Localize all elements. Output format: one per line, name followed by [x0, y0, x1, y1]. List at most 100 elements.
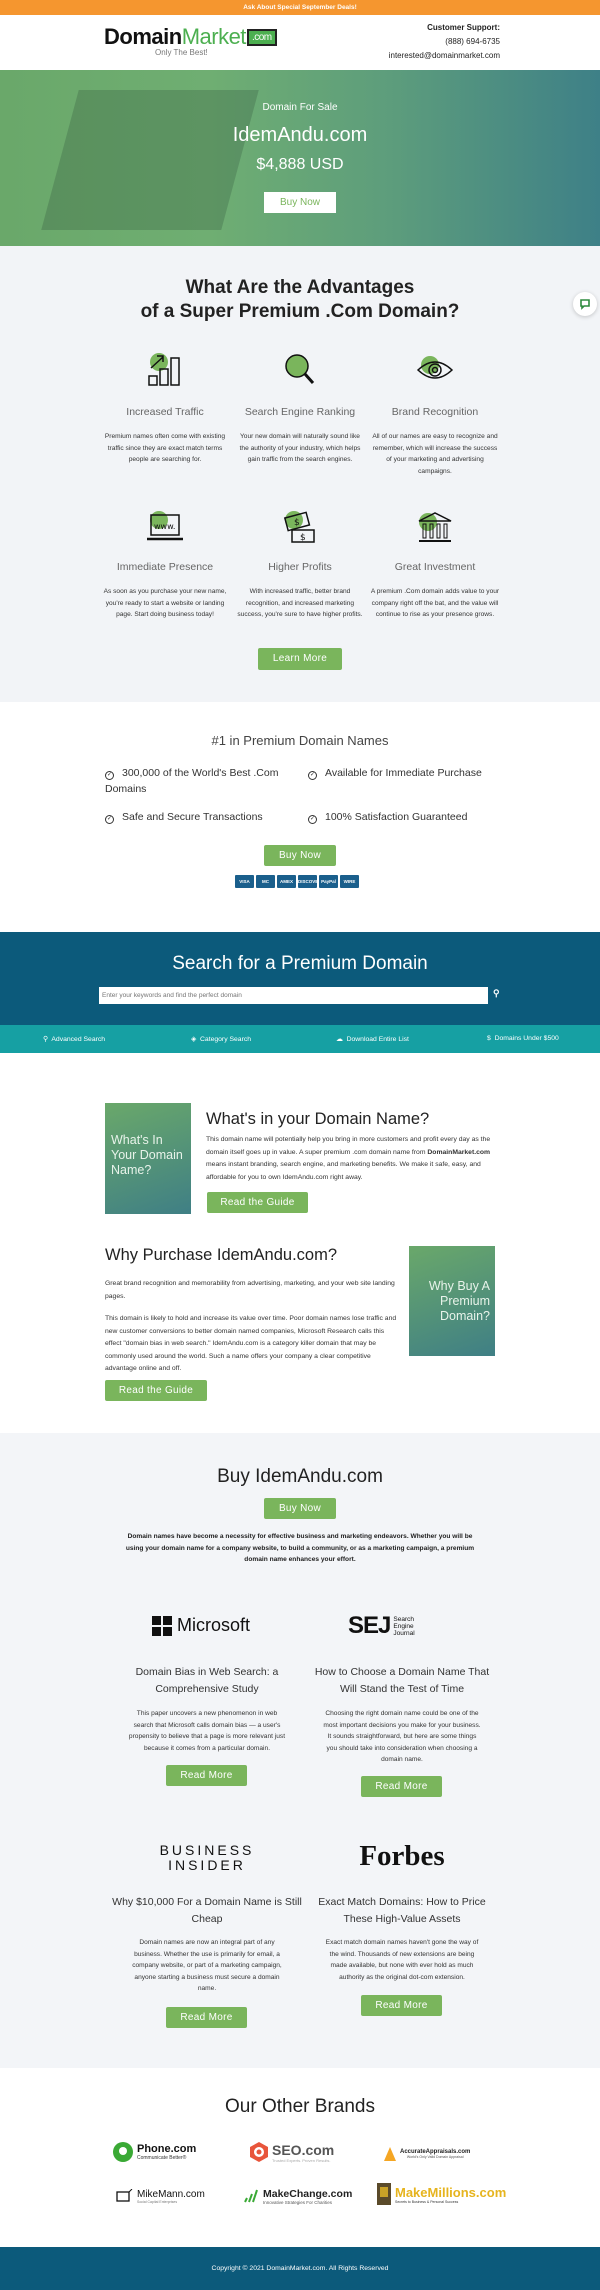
buy-text: Domain names have become a necessity for…	[125, 1533, 475, 1563]
check-circle-icon: ✓	[308, 771, 317, 780]
makechange-bars-icon	[244, 2189, 258, 2203]
microsoft-logo: Microsoft	[152, 1615, 262, 1636]
domains-under-500-link[interactable]: $ Domains Under $500	[487, 1035, 559, 1042]
wire-transfer-icon: WIRE	[340, 875, 359, 888]
logo-market: Market	[181, 24, 247, 49]
feature-title: Increased Traffic	[126, 406, 204, 418]
paypal-icon: PayPal	[319, 875, 338, 888]
read-more-button[interactable]: Read More	[361, 1776, 442, 1797]
logo-com: .com	[246, 29, 277, 46]
feature-title: Higher Profits	[268, 561, 332, 573]
article-title: Domain Bias in Web Search: a Comprehensi…	[135, 1666, 279, 1695]
premium-point: ✓ 100% Satisfaction Guaranteed	[308, 811, 468, 824]
feature-title: Great Investment	[394, 561, 476, 573]
support-email[interactable]: interested@domainmarket.com	[389, 51, 500, 60]
article-desc: Exact match domain names haven't gone th…	[325, 1939, 479, 1981]
svg-text:www.: www.	[154, 522, 175, 531]
brand-makemillions[interactable]: MakeMillions.com Secrets to Business & Pe…	[377, 2181, 506, 2207]
mikemann-frame-icon	[116, 2189, 133, 2202]
seo-target-icon	[250, 2142, 268, 2162]
article-desc: Domain names are now an integral part of…	[132, 1939, 282, 1992]
category-search-link[interactable]: ◈ Category Search	[191, 1035, 251, 1043]
article-title: Why $10,000 For a Domain Name is Still C…	[112, 1896, 302, 1925]
buy-now-button[interactable]: Buy Now	[264, 1498, 336, 1519]
money-icon: $$	[283, 511, 315, 543]
hero-domain: IdemAndu.com	[232, 124, 368, 146]
premium-buy-now-button[interactable]: Buy Now	[264, 845, 336, 866]
learn-more-button[interactable]: Learn More	[258, 648, 342, 670]
brand-accurate-appraisals[interactable]: AccurateAppraisals.com World's Only Valid…	[384, 2141, 470, 2167]
support-label: Customer Support:	[427, 23, 500, 32]
dollar-icon: $	[487, 1035, 491, 1042]
guide-text: Great brand recognition and memorability…	[105, 1280, 395, 1300]
search-icon: ⚲	[493, 988, 500, 998]
hero: Domain For Sale IdemAndu.com $4,888 USD …	[0, 70, 600, 246]
read-more-button[interactable]: Read More	[166, 2007, 247, 2028]
article-title: How to Choose a Domain Name That Will St…	[314, 1666, 490, 1695]
guide-book-cover[interactable]: Why Buy A Premium Domain?	[409, 1246, 495, 1356]
discover-icon: DISCOVER	[298, 875, 322, 888]
premium-point: ✓ 300,000 of the World's Best .Com Domain…	[105, 767, 279, 795]
feature-title: Immediate Presence	[116, 561, 214, 573]
chat-button[interactable]	[573, 292, 597, 316]
hero-eyebrow: Domain For Sale	[262, 102, 338, 113]
makemillions-book-icon	[377, 2183, 391, 2205]
www-laptop-icon: www.	[147, 511, 183, 541]
guide-title: Why Purchase IdemAndu.com?	[105, 1246, 338, 1264]
hero-buy-now-button[interactable]: Buy Now	[264, 192, 336, 213]
guide-title: What's in your Domain Name?	[206, 1110, 430, 1128]
premium-point: ✓ Safe and Secure Transactions	[105, 811, 263, 824]
brand-phone[interactable]: Phone.com Communicate Better®	[113, 2139, 196, 2165]
brand-seo[interactable]: SEO.com Trusted Experts. Proven Results.	[250, 2139, 334, 2165]
premium-point: ✓ Available for Immediate Purchase	[308, 767, 482, 780]
eye-icon	[416, 356, 454, 379]
logo-domain: Domain	[104, 24, 182, 49]
feature-title: Search Engine Ranking	[244, 406, 356, 418]
download-list-link[interactable]: ☁ Download Entire List	[336, 1035, 409, 1043]
category-icon: ◈	[191, 1036, 197, 1043]
brand-mikemann[interactable]: MikeMann.com Social Capital Enterprises	[115, 2183, 205, 2209]
brand-makechange[interactable]: MakeChange.com Innovative Strategies For …	[243, 2183, 352, 2209]
buy-section	[0, 1433, 600, 2068]
brands-title: Our Other Brands	[225, 2096, 375, 2117]
magnifier-icon	[285, 354, 315, 384]
article-desc: This paper uncovers a new phenomenon in …	[128, 1710, 286, 1752]
feature-desc: All of our names are easy to recognize a…	[372, 433, 498, 475]
read-more-button[interactable]: Read More	[166, 1765, 247, 1786]
article-desc: Choosing the right domain name could be …	[323, 1710, 481, 1763]
feature-title: Brand Recognition	[391, 406, 479, 418]
support-phone[interactable]: (888) 694-6735	[445, 37, 500, 46]
check-circle-icon: ✓	[308, 815, 317, 824]
feature-desc: Premium names often come with existing t…	[104, 433, 226, 463]
mastercard-icon: MC	[256, 875, 275, 888]
logo-tagline: Only The Best!	[155, 48, 208, 57]
copyright: Copyright © 2021 DomainMarket.com. All R…	[211, 2265, 389, 2272]
accurate-appraisals-icon	[384, 2147, 396, 2161]
search-title: Search for a Premium Domain	[172, 953, 428, 974]
business-insider-logo: BUSINESS INSIDER	[159, 1842, 255, 1873]
hero-price: $4,888 USD	[256, 156, 344, 173]
chat-icon	[580, 299, 590, 310]
feature-desc: As soon as you purchase your new name, y…	[103, 588, 227, 618]
advanced-search-link[interactable]: ⚲ Advanced Search	[43, 1035, 105, 1043]
search-icon: ⚲	[43, 1036, 48, 1043]
read-guide-button[interactable]: Read the Guide	[207, 1192, 308, 1213]
sej-logo: SEJ Search Engine Journal	[348, 1612, 415, 1639]
guide-text: This domain is likely to hold and increa…	[105, 1315, 397, 1372]
domain-search-input[interactable]	[99, 987, 488, 1004]
article-title: Exact Match Domains: How to Price These …	[318, 1896, 486, 1925]
search-section: Search for a Premium Domain	[0, 932, 600, 1025]
check-circle-icon: ✓	[105, 771, 114, 780]
logo[interactable]: DomainMarket .com	[104, 24, 277, 50]
read-more-button[interactable]: Read More	[361, 1995, 442, 2016]
guide-book-cover[interactable]: What's In Your Domain Name?	[105, 1103, 191, 1214]
check-circle-icon: ✓	[105, 815, 114, 824]
phone-com-icon	[113, 2142, 133, 2162]
cloud-download-icon: ☁	[336, 1036, 343, 1043]
read-guide-button[interactable]: Read the Guide	[105, 1380, 207, 1401]
microsoft-windows-icon	[152, 1615, 172, 1636]
advantages-title: What Are the Advantages of a Super Premiu…	[140, 277, 460, 322]
search-submit-button[interactable]: ⚲	[493, 988, 500, 999]
promo-bar[interactable]: Ask About Special September Deals!	[0, 0, 600, 15]
forbes-logo: Forbes	[359, 1840, 445, 1872]
